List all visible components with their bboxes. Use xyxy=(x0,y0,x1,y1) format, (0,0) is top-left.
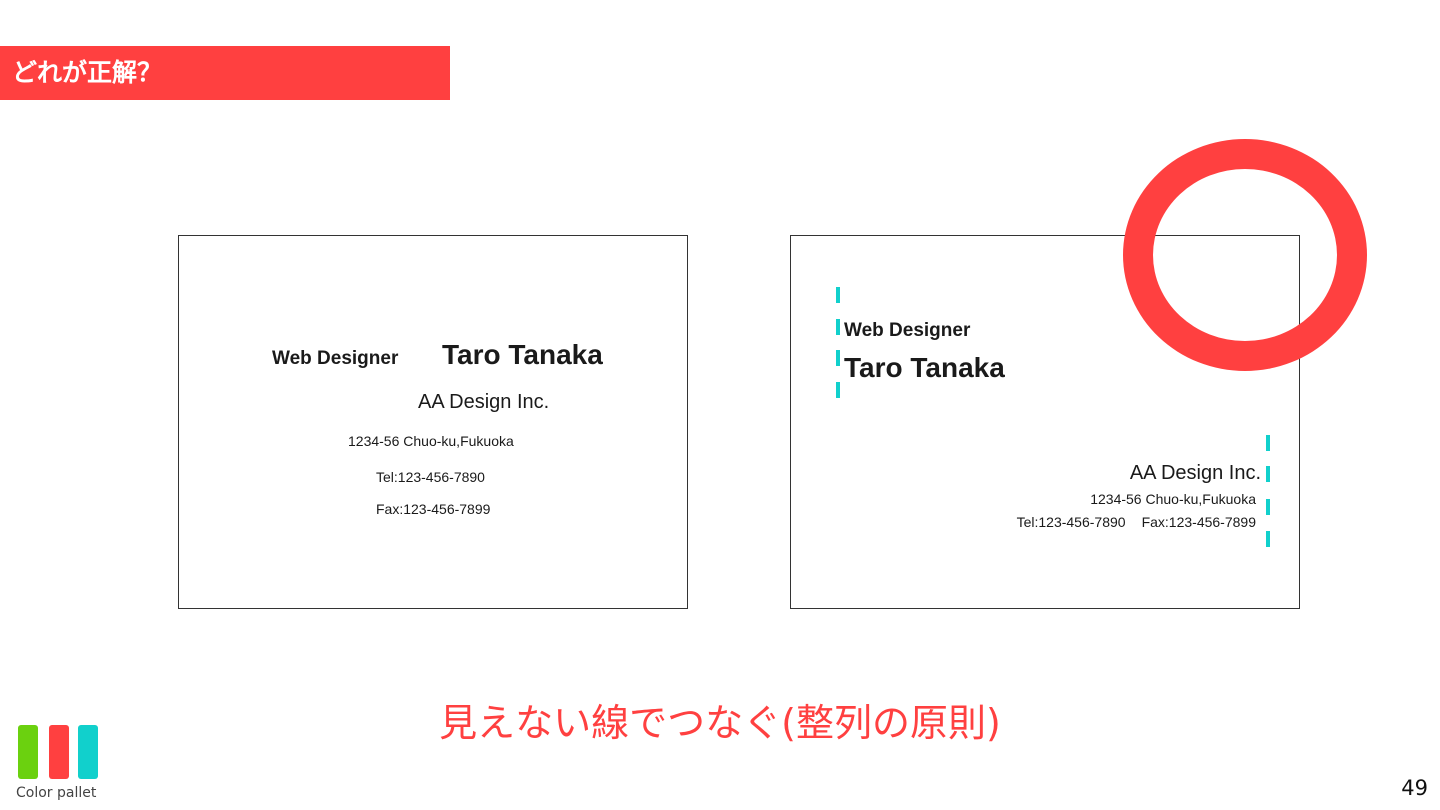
card-tel: Tel:123-456-7890 xyxy=(376,469,485,485)
business-card-unaligned: Web Designer Taro Tanaka AA Design Inc. … xyxy=(178,235,688,609)
card-address: 1234-56 Chuo-ku,Fukuoka xyxy=(348,433,514,449)
guide-dash xyxy=(1266,466,1270,482)
card-fax: Fax:123-456-7899 xyxy=(1141,514,1256,530)
palette-label: Color pallet xyxy=(16,785,97,801)
card-name: Taro Tanaka xyxy=(442,339,603,370)
palette-swatch-cyan xyxy=(78,725,98,779)
guide-dash xyxy=(836,350,840,366)
title-band: どれが正解？ xyxy=(0,46,450,100)
card-address: 1234-56 Chuo-ku,Fukuoka xyxy=(1090,491,1256,507)
card-role: Web Designer xyxy=(844,320,971,341)
page-number: 49 xyxy=(1401,776,1428,800)
guide-dash xyxy=(836,382,840,398)
palette-swatch-green xyxy=(18,725,38,779)
card-role: Web Designer xyxy=(272,348,399,369)
guide-dash xyxy=(836,287,840,303)
principle-caption: 見えない線でつなぐ(整列の原則) xyxy=(439,701,1001,745)
palette-swatch-red xyxy=(49,725,69,779)
card-company: AA Design Inc. xyxy=(418,391,550,413)
card-company: AA Design Inc. xyxy=(1129,462,1261,484)
card-tel: Tel:123-456-7890 xyxy=(1016,514,1126,530)
correct-answer-ring-icon xyxy=(1123,139,1367,371)
card-contact-line: Tel:123-456-7890 Fax:123-456-7899 xyxy=(1017,514,1256,530)
guide-dash xyxy=(836,319,840,335)
card-fax: Fax:123-456-7899 xyxy=(376,501,491,517)
guide-dash xyxy=(1266,435,1270,451)
slide-title: どれが正解？ xyxy=(12,58,163,87)
guide-dash xyxy=(1266,499,1270,515)
card-name: Taro Tanaka xyxy=(844,352,1005,383)
guide-dash xyxy=(1266,531,1270,547)
